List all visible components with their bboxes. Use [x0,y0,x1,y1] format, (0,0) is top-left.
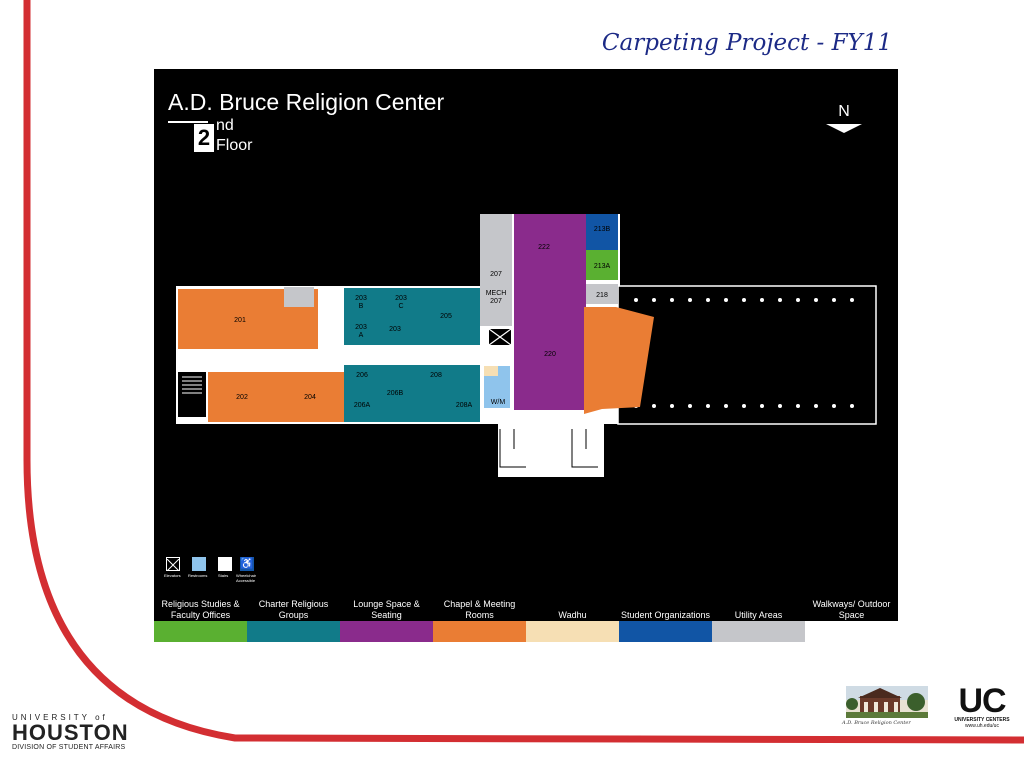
label-222: 222 [538,244,550,251]
label-203a-bot: A [359,332,364,339]
floor-map-panel: A.D. Bruce Religion Center 2 nd Floor N [154,69,898,642]
room-206 [344,365,414,422]
label-206b: 206B [387,390,404,397]
legend-label: Utility Areas [734,610,783,620]
elevator-icon [166,557,180,572]
floor-word: Floor [216,137,253,154]
room-222 [514,214,586,410]
floor-number: 2 [194,124,214,152]
legend-swatch [154,621,247,642]
university-centers-logo: UC UNIVERSITY CENTERS www.uh.edu/uc [950,682,1014,733]
outdoor-walkway [617,285,877,425]
floor-suffix: nd [216,117,234,134]
stairs-icon [218,557,232,571]
legend-item-charter-groups: Charter Religious Groups [247,593,340,642]
uh-logo-main: HOUSTON [12,720,129,745]
legend-swatch [712,621,805,642]
legend-swatch [805,621,898,642]
corridor [178,349,480,365]
building-name: A.D. Bruce Religion Center [168,89,445,115]
legend-label: Student Organizations [620,610,711,620]
legend-label: Lounge Space & Seating [353,599,420,620]
legend-item-walkways: Walkways/ Outdoor Space [805,593,898,642]
label-207: 207 [490,271,502,278]
wheelchair-icon: ♿ [240,557,254,571]
legend-swatch [619,621,712,642]
religion-center-caption: A.D. Bruce Religion Center [842,720,911,726]
icon-legend-label-stairs: Stairs [218,573,229,578]
label-213b: 213B [594,226,611,233]
legend-swatch [526,621,619,642]
label-mech: MECH [486,290,507,297]
color-legend: Religious Studies & Faculty Offices Char… [154,593,898,642]
restroom-icon [192,557,206,571]
legend-label: Wadhu [558,610,587,620]
room-wm-stall [484,366,498,376]
label-206: 206 [356,372,368,379]
label-203b-bot: B [359,303,364,310]
icon-legend-label-restrooms: Restrooms [188,573,208,578]
label-220: 220 [544,351,556,358]
label-203c-bot: C [398,303,403,310]
room-208 [414,365,480,422]
label-202: 202 [236,394,248,401]
university-of-houston-logo: UNIVERSITY of HOUSTON DIVISION OF STUDEN… [12,713,129,751]
room-207-upper [480,214,512,258]
slide-title: Carpeting Project - FY11 [601,30,892,56]
label-203: 203 [389,326,401,333]
label-204: 204 [304,394,316,401]
floorplan: 201 202 204 203 B 203 C 203 A 203 205 20… [176,214,877,477]
north-arrow-icon [826,124,862,133]
west-stairs [178,372,206,417]
north-label: N [838,103,850,120]
legend-swatch [433,621,526,642]
legend-label: Charter Religious Groups [258,599,329,620]
label-203b-top: 203 [355,295,367,302]
label-208a: 208A [456,402,473,409]
label-203a-top: 203 [355,324,367,331]
label-wm: W/M [491,399,506,406]
legend-item-religious-studies: Religious Studies & Faculty Offices [154,593,247,642]
legend-item-student-orgs: Student Organizations [619,593,712,642]
label-218: 218 [596,292,608,299]
uc-mark: UC [958,682,1006,720]
label-mech-207: 207 [490,298,502,305]
legend-item-wadhu: Wadhu [526,593,619,642]
label-213a: 213A [594,263,611,270]
legend-swatch [340,621,433,642]
floor-divider [168,121,208,123]
legend-swatch [247,621,340,642]
icon-legend-label-wheelchair: Wheelchair Accessible [236,573,257,583]
legend-label: Religious Studies & Faculty Offices [161,599,240,620]
label-208: 208 [430,372,442,379]
legend-item-utility: Utility Areas [712,593,805,642]
label-205: 205 [440,313,452,320]
uc-url: www.uh.edu/uc [965,723,999,729]
legend-item-chapel: Chapel & Meeting Rooms [433,593,526,642]
legend-label: Walkways/ Outdoor Space [812,599,891,620]
uh-logo-division: DIVISION OF STUDENT AFFAIRS [12,744,126,751]
room-201-utility [284,287,314,307]
label-206a: 206A [354,402,371,409]
legend-label: Chapel & Meeting Rooms [443,599,516,620]
icon-legend-label-elevators: Elevators [164,573,181,578]
legend-item-lounge: Lounge Space & Seating [340,593,433,642]
label-201: 201 [234,317,246,324]
label-203c-top: 203 [395,295,407,302]
